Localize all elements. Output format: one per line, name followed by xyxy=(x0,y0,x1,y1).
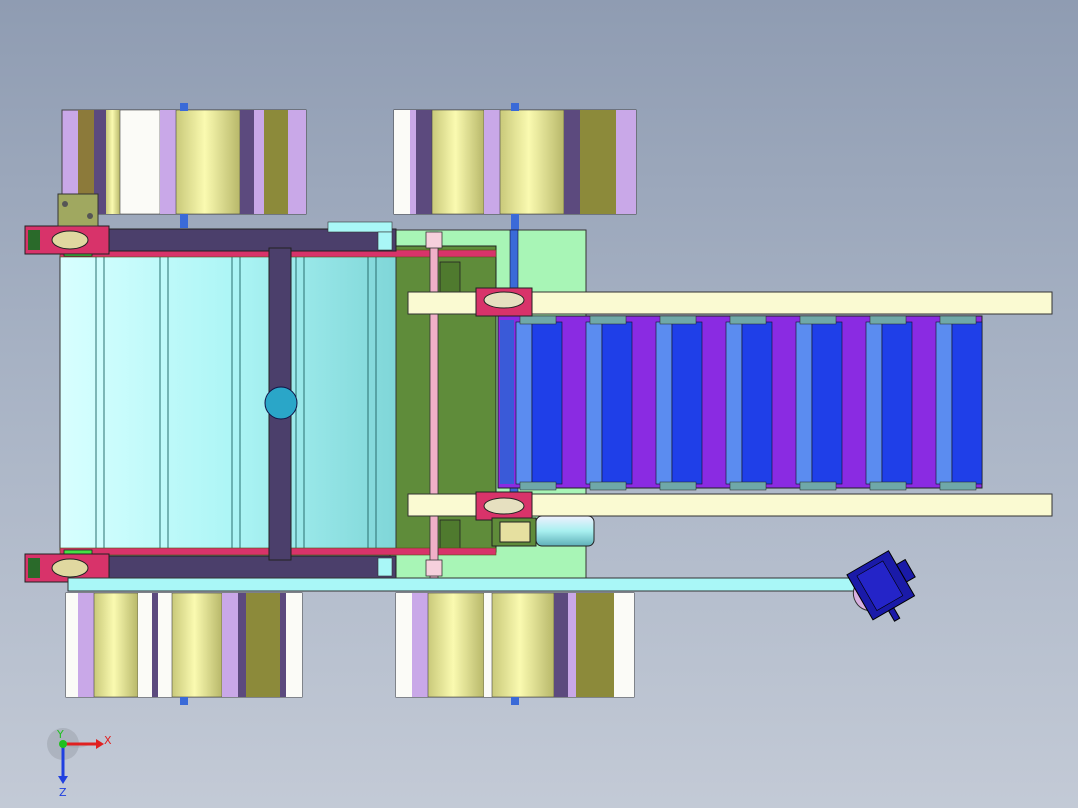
drive-motor xyxy=(491,515,595,547)
conveyor-assembly-model[interactable]: X Y Z xyxy=(0,0,1078,808)
gear-motor xyxy=(846,550,916,622)
frame-beam-bottom xyxy=(95,555,397,579)
idler-shaft xyxy=(429,231,439,581)
z-axis-label: Z xyxy=(59,786,67,799)
frame-beam-top xyxy=(95,228,397,252)
belt-drum xyxy=(59,255,397,551)
y-axis-dot xyxy=(59,740,67,748)
bearing-block-top-left xyxy=(24,193,110,255)
z-axis-arrow xyxy=(58,776,68,784)
coordinate-triad: X Y Z xyxy=(47,728,112,799)
wheel-bottom-left xyxy=(65,592,303,705)
bearing-block-rail-bottom xyxy=(475,491,533,521)
x-axis-label: X xyxy=(104,734,112,747)
wheel-top-left xyxy=(61,103,307,228)
wheel-top-right xyxy=(393,103,637,232)
x-axis-arrow xyxy=(96,739,104,749)
drive-hub xyxy=(264,386,298,420)
bearing-block-rail-top xyxy=(475,287,533,317)
cad-viewport[interactable]: X Y Z xyxy=(0,0,1078,808)
tow-bar xyxy=(67,577,907,592)
wheel-bottom-right xyxy=(395,592,635,705)
y-axis-label: Y xyxy=(56,728,64,741)
